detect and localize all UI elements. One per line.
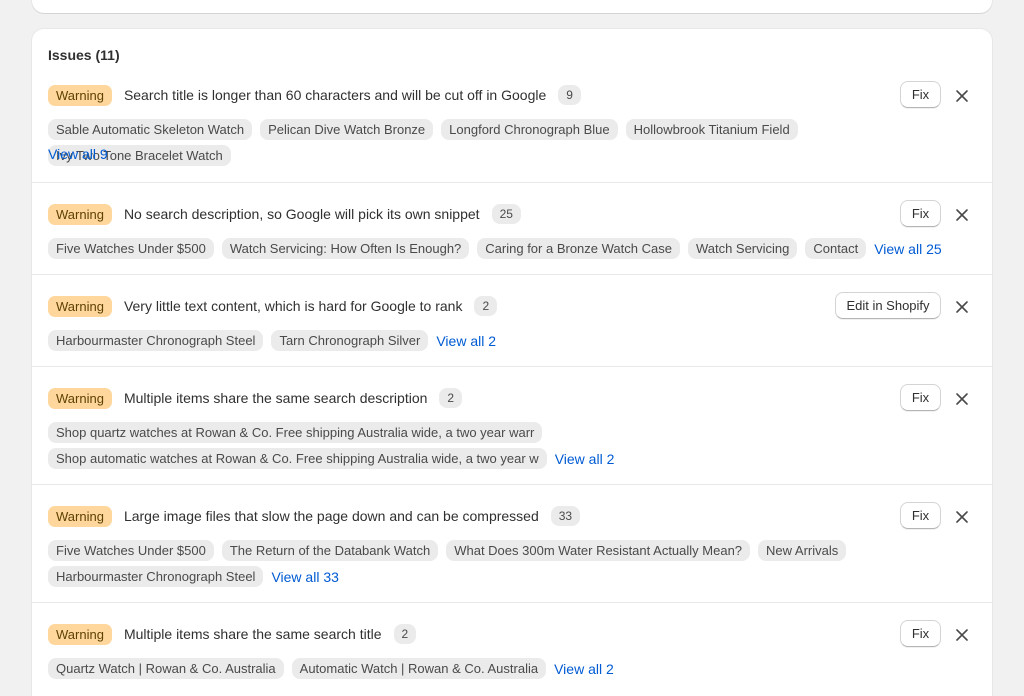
close-icon[interactable] xyxy=(952,86,972,106)
affected-items: Five Watches Under $500 The Return of th… xyxy=(48,540,848,587)
affected-item-chip[interactable]: Five Watches Under $500 xyxy=(48,238,214,259)
warning-badge: Warning xyxy=(48,295,112,317)
affected-item-chip[interactable]: Longford Chronograph Blue xyxy=(441,119,618,140)
view-all-link[interactable]: View all 25 xyxy=(874,241,941,257)
warning-badge: Warning xyxy=(48,203,112,225)
affected-item-chip[interactable]: Sable Automatic Skeleton Watch xyxy=(48,119,253,140)
affected-items: Quartz Watch | Rowan & Co. Australia Aut… xyxy=(48,658,978,679)
warning-badge: Warning xyxy=(48,387,112,409)
affected-item-chip[interactable]: Five Watches Under $500 xyxy=(48,540,214,561)
fix-button[interactable]: Fix xyxy=(900,620,941,647)
count-badge: 2 xyxy=(439,388,463,408)
affected-item-chip[interactable]: Quartz Watch | Rowan & Co. Australia xyxy=(48,658,284,679)
issue-row: Warning No search description, so Google… xyxy=(32,182,992,274)
issue-header: Warning No search description, so Google… xyxy=(48,202,521,226)
affected-item-chip[interactable]: Pelican Dive Watch Bronze xyxy=(260,119,434,140)
affected-item-chip[interactable]: Harbourmaster Chronograph Steel xyxy=(48,330,264,351)
affected-item-chip[interactable]: Hollowbrook Titanium Field xyxy=(625,119,798,140)
affected-item-chip[interactable]: Watch Servicing xyxy=(687,238,798,259)
affected-item-chip[interactable]: Shop automatic watches at Rowan & Co. Fr… xyxy=(48,448,547,469)
issues-card: Issues (11) Warning Search title is long… xyxy=(32,29,992,696)
issue-row: Warning Large image files that slow the … xyxy=(32,484,992,602)
affected-item-chip[interactable]: Contact xyxy=(805,238,867,259)
issue-row: Warning Multiple items share the same se… xyxy=(32,366,992,484)
affected-item-chip[interactable]: Automatic Watch | Rowan & Co. Australia xyxy=(291,658,547,679)
issue-header: Warning Search title is longer than 60 c… xyxy=(48,83,581,107)
view-all-link[interactable]: View all 2 xyxy=(555,451,615,467)
affected-item-chip[interactable]: Caring for a Bronze Watch Case xyxy=(477,238,680,259)
issue-text: Multiple items share the same search des… xyxy=(123,390,428,406)
warning-badge: Warning xyxy=(48,84,112,106)
previous-card xyxy=(32,0,992,13)
issue-text: Very little text content, which is hard … xyxy=(123,298,463,314)
fix-button[interactable]: Fix xyxy=(900,200,941,227)
issue-header: Warning Multiple items share the same se… xyxy=(48,622,417,646)
fix-button[interactable]: Fix xyxy=(900,502,941,529)
count-badge: 9 xyxy=(558,85,581,105)
affected-item-chip[interactable]: Tarn Chronograph Silver xyxy=(271,330,429,351)
view-all-link[interactable]: View all 2 xyxy=(554,661,614,677)
affected-items: Five Watches Under $500 Watch Servicing:… xyxy=(48,238,978,259)
warning-badge: Warning xyxy=(48,623,112,645)
close-icon[interactable] xyxy=(952,389,972,409)
fix-button[interactable]: Fix xyxy=(900,384,941,411)
count-badge: 33 xyxy=(550,506,581,526)
count-badge: 2 xyxy=(393,624,417,644)
issue-text: Search title is longer than 60 character… xyxy=(123,87,547,103)
affected-items: Shop quartz watches at Rowan & Co. Free … xyxy=(48,422,628,469)
issue-text: Multiple items share the same search tit… xyxy=(123,626,382,642)
affected-item-chip[interactable]: Harbourmaster Chronograph Steel xyxy=(48,566,264,587)
issue-header: Warning Multiple items share the same se… xyxy=(48,386,463,410)
issue-header: Warning Large image files that slow the … xyxy=(48,504,581,528)
count-badge: 25 xyxy=(491,204,521,224)
edit-in-shopify-button[interactable]: Edit in Shopify xyxy=(835,292,941,319)
count-badge: 2 xyxy=(474,296,498,316)
affected-item-chip[interactable]: The Return of the Databank Watch xyxy=(221,540,439,561)
issue-row: Warning Very little text content, which … xyxy=(32,274,992,366)
affected-item-chip[interactable]: New Arrivals xyxy=(758,540,847,561)
close-icon[interactable] xyxy=(952,297,972,317)
issue-text: No search description, so Google will pi… xyxy=(123,206,480,222)
fix-button[interactable]: Fix xyxy=(900,81,941,108)
affected-items: Harbourmaster Chronograph Steel Tarn Chr… xyxy=(48,330,978,351)
affected-item-chip[interactable]: What Does 300m Water Resistant Actually … xyxy=(446,540,751,561)
close-icon[interactable] xyxy=(952,625,972,645)
affected-item-chip[interactable]: Watch Servicing: How Often Is Enough? xyxy=(221,238,470,259)
warning-badge: Warning xyxy=(48,505,112,527)
view-all-link[interactable]: View all 2 xyxy=(436,333,496,349)
issue-row: Warning Multiple items share the same se… xyxy=(32,602,992,696)
close-icon[interactable] xyxy=(952,205,972,225)
view-all-link[interactable]: View all 33 xyxy=(271,569,338,585)
issues-title: Issues (11) xyxy=(48,47,120,63)
close-icon[interactable] xyxy=(952,507,972,527)
issue-text: Large image files that slow the page dow… xyxy=(123,508,539,524)
issue-header: Warning Very little text content, which … xyxy=(48,294,498,318)
affected-items: Sable Automatic Skeleton Watch Pelican D… xyxy=(48,119,978,166)
affected-item-chip[interactable]: Shop quartz watches at Rowan & Co. Free … xyxy=(48,422,543,443)
view-all-link[interactable]: View all 9 xyxy=(48,146,108,162)
